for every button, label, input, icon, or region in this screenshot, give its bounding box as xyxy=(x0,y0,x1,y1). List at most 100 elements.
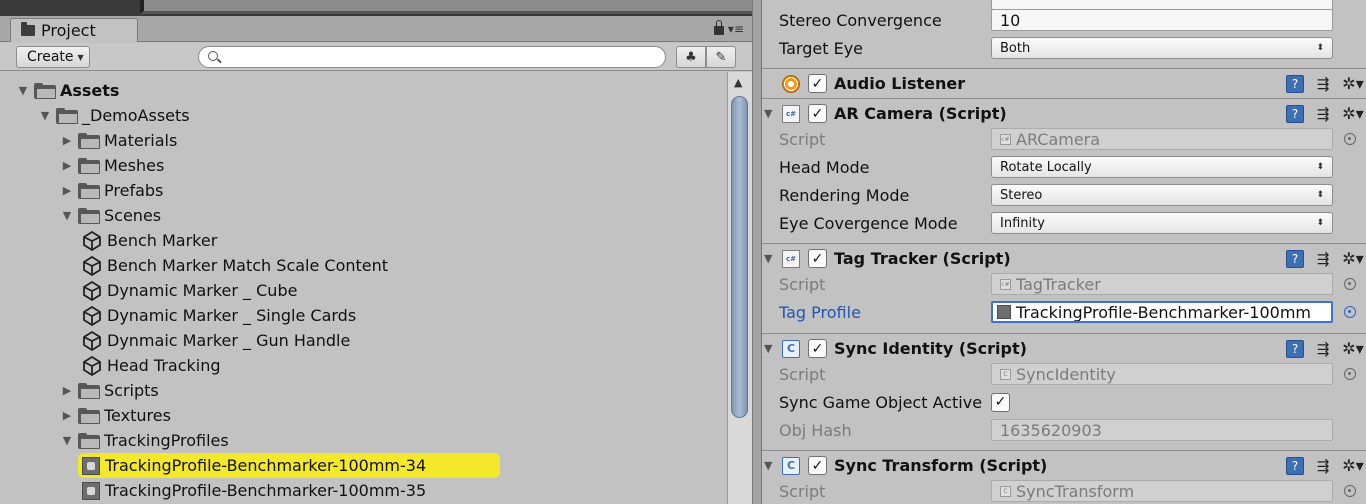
obj-hash-label: Obj Hash xyxy=(779,420,852,440)
object-picker-icon[interactable] xyxy=(1344,306,1356,318)
folder-row[interactable]: ▼ Assets xyxy=(0,78,727,103)
filter-by-label-button[interactable]: ✎ xyxy=(706,46,736,68)
head-mode-label: Head Mode xyxy=(779,157,870,177)
sync-transform-header[interactable]: ▼ C ✓ Sync Transform (Script) ? ⇶ ✲▾ xyxy=(762,450,1366,480)
panel-menu-icon[interactable]: ▾≡ xyxy=(728,23,744,35)
foldout-arrow-icon[interactable]: ▼ xyxy=(764,342,772,355)
gear-icon[interactable]: ✲▾ xyxy=(1342,249,1364,268)
scroll-thumb[interactable] xyxy=(731,96,748,418)
folder-row[interactable]: ▼ _DemoAssets xyxy=(0,103,727,128)
gear-icon[interactable]: ✲▾ xyxy=(1342,339,1364,358)
help-icon[interactable]: ? xyxy=(1286,104,1304,123)
search-box[interactable] xyxy=(198,46,666,68)
folder-row[interactable]: ▼ TrackingProfiles xyxy=(0,428,727,453)
ar-camera-enabled-checkbox[interactable]: ✓ xyxy=(808,104,827,123)
audio-listener-enabled-checkbox[interactable]: ✓ xyxy=(808,74,827,93)
object-picker-icon[interactable] xyxy=(1344,485,1356,497)
object-picker-icon[interactable] xyxy=(1344,368,1356,380)
expanded-arrow-icon[interactable]: ▼ xyxy=(16,84,30,98)
audio-listener-icon xyxy=(782,74,800,93)
sync-active-checkbox[interactable]: ✓ xyxy=(991,392,1010,412)
collapsed-arrow-icon[interactable]: ▶ xyxy=(60,134,74,148)
tag-profile-field[interactable]: TrackingProfile-Benchmarker-100mm xyxy=(991,301,1333,323)
search-input[interactable] xyxy=(225,49,655,65)
folder-row[interactable]: ▶ Prefabs xyxy=(0,178,727,203)
foldout-arrow-icon[interactable]: ▼ xyxy=(764,252,772,265)
help-icon[interactable]: ? xyxy=(1286,339,1304,358)
sync-transform-script-field: C SyncTransform xyxy=(991,480,1333,502)
scene-row[interactable]: Bench Marker xyxy=(0,228,727,253)
collapsed-arrow-icon[interactable]: ▶ xyxy=(60,159,74,173)
collapsed-arrow-icon[interactable]: ▶ xyxy=(60,409,74,423)
ar-camera-header[interactable]: ▼ c# ✓ AR Camera (Script) ? ⇶ ✲▾ xyxy=(762,98,1366,128)
expanded-arrow-icon[interactable]: ▼ xyxy=(60,434,74,448)
caret-down-icon: ▼ xyxy=(77,52,84,62)
script-icon: c# xyxy=(1000,278,1011,290)
gear-icon[interactable]: ✲▾ xyxy=(1342,74,1364,93)
target-eye-label: Target Eye xyxy=(779,38,864,58)
tab-project[interactable]: Project xyxy=(10,18,138,42)
head-mode-dropdown[interactable]: Rotate Locally ⬍ xyxy=(991,156,1333,178)
asset-row[interactable]: TrackingProfile-Benchmarker-100mm-34 xyxy=(0,453,727,478)
create-button[interactable]: Create ▼ xyxy=(16,46,90,68)
object-picker-icon[interactable] xyxy=(1344,278,1356,290)
obj-hash-row: Obj Hash 1635620903 xyxy=(762,416,1366,444)
preset-icon[interactable]: ⇶ xyxy=(1314,250,1332,268)
help-icon[interactable]: ? xyxy=(1286,249,1304,268)
project-toolbar: Create ▼ ♣ ✎ xyxy=(0,43,752,71)
expanded-arrow-icon[interactable]: ▼ xyxy=(60,209,74,223)
gear-icon[interactable]: ✲▾ xyxy=(1342,104,1364,123)
help-icon[interactable]: ? xyxy=(1286,456,1304,475)
tree-item-label: Dynamic Marker _ Cube xyxy=(107,281,298,300)
network-script-icon: C xyxy=(782,339,800,358)
scene-row[interactable]: Dynmaic Marker _ Gun Handle xyxy=(0,328,727,353)
project-tree: ▼ Assets ▼ _DemoAssets ▶ Materials ▶ Meshes ▶ Pre… xyxy=(0,72,727,504)
inspector-panel: Stereo Convergence 10 Target Eye Both ⬍ … xyxy=(762,0,1366,504)
scene-row[interactable]: Dynamic Marker _ Cube xyxy=(0,278,727,303)
filter-by-type-button[interactable]: ♣ xyxy=(676,46,706,68)
folder-row[interactable]: ▶ Materials xyxy=(0,128,727,153)
updown-arrow-icon: ⬍ xyxy=(1316,43,1324,53)
preset-icon[interactable]: ⇶ xyxy=(1314,105,1332,123)
updown-arrow-icon: ⬍ xyxy=(1316,218,1324,228)
tree-item-label: Textures xyxy=(104,406,171,425)
preset-icon[interactable]: ⇶ xyxy=(1314,75,1332,93)
help-icon[interactable]: ? xyxy=(1286,74,1304,93)
stereo-convergence-field[interactable]: 10 xyxy=(991,9,1333,31)
rendering-mode-label: Rendering Mode xyxy=(779,185,910,205)
expanded-arrow-icon[interactable]: ▼ xyxy=(38,109,52,123)
foldout-arrow-icon[interactable]: ▼ xyxy=(764,459,772,472)
audio-listener-header[interactable]: ✓ Audio Listener ? ⇶ ✲▾ xyxy=(762,68,1366,98)
folder-icon xyxy=(56,107,78,124)
scroll-up-arrow-icon[interactable]: ▲ xyxy=(734,76,742,89)
lock-icon[interactable] xyxy=(713,20,724,35)
collapsed-arrow-icon[interactable]: ▶ xyxy=(60,384,74,398)
folder-row[interactable]: ▶ Textures xyxy=(0,403,727,428)
sync-transform-enabled-checkbox[interactable]: ✓ xyxy=(808,456,827,475)
foldout-arrow-icon[interactable]: ▼ xyxy=(764,107,772,120)
asset-row[interactable]: TrackingProfile-Benchmarker-100mm-35 xyxy=(0,478,727,503)
collapsed-arrow-icon[interactable]: ▶ xyxy=(60,184,74,198)
sync-identity-enabled-checkbox[interactable]: ✓ xyxy=(808,339,827,358)
rendering-mode-dropdown[interactable]: Stereo ⬍ xyxy=(991,184,1333,206)
sync-identity-header[interactable]: ▼ C ✓ Sync Identity (Script) ? ⇶ ✲▾ xyxy=(762,333,1366,363)
preset-icon[interactable]: ⇶ xyxy=(1314,340,1332,358)
target-eye-dropdown[interactable]: Both ⬍ xyxy=(991,37,1333,59)
folder-row[interactable]: ▶ Meshes xyxy=(0,153,727,178)
obj-hash-field: 1635620903 xyxy=(991,419,1333,441)
tag-tracker-enabled-checkbox[interactable]: ✓ xyxy=(808,249,827,268)
folder-row[interactable]: ▶ Scripts xyxy=(0,378,727,403)
tag-tracker-header[interactable]: ▼ c# ✓ Tag Tracker (Script) ? ⇶ ✲▾ xyxy=(762,243,1366,273)
folder-row[interactable]: ▼ Scenes xyxy=(0,203,727,228)
scene-row[interactable]: Bench Marker Match Scale Content xyxy=(0,253,727,278)
panel-divider[interactable] xyxy=(752,0,762,504)
scene-row[interactable]: Dynamic Marker _ Single Cards xyxy=(0,303,727,328)
object-picker-icon[interactable] xyxy=(1344,133,1356,145)
project-scrollbar[interactable]: ▲ xyxy=(727,72,752,504)
gear-icon[interactable]: ✲▾ xyxy=(1342,456,1364,475)
eye-convergence-dropdown[interactable]: Infinity ⬍ xyxy=(991,212,1333,234)
tree-item-label: Bench Marker Match Scale Content xyxy=(107,256,389,275)
scene-row[interactable]: Head Tracking xyxy=(0,353,727,378)
tree-item-label: Head Tracking xyxy=(107,356,221,375)
preset-icon[interactable]: ⇶ xyxy=(1314,457,1332,475)
